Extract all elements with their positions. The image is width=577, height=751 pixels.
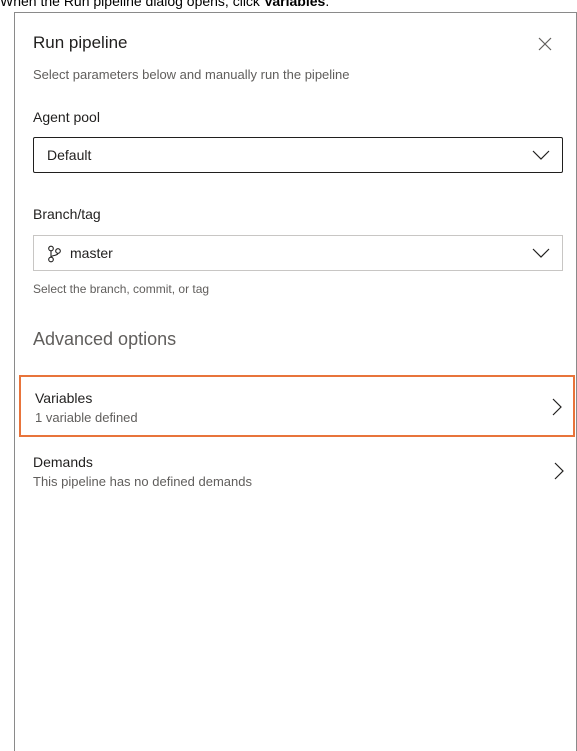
branch-icon (48, 245, 61, 263)
run-pipeline-dialog: Run pipeline Select parameters below and… (14, 12, 577, 751)
caption-prefix: When the Run pipeline dialog opens, clic… (0, 0, 264, 9)
chevron-down-icon (532, 248, 550, 258)
variables-subtitle: 1 variable defined (35, 410, 138, 425)
caption-bold: Variables (263, 0, 326, 9)
close-icon (538, 37, 552, 51)
demands-title: Demands (33, 454, 93, 470)
demands-row[interactable]: Demands This pipeline has no defined dem… (19, 441, 575, 503)
branch-dropdown[interactable]: master (33, 235, 563, 271)
instruction-caption: When the Run pipeline dialog opens, clic… (0, 0, 577, 12)
agent-pool-label: Agent pool (33, 109, 100, 125)
advanced-options-heading: Advanced options (33, 329, 177, 349)
dialog-title: Run pipeline (33, 33, 128, 52)
chevron-down-icon (532, 150, 550, 160)
branch-value: master (70, 245, 113, 261)
chevron-right-icon (552, 398, 562, 416)
close-button[interactable] (534, 33, 556, 55)
caption-suffix: . (325, 0, 330, 9)
branch-hint: Select the branch, commit, or tag (33, 282, 210, 296)
variables-title: Variables (35, 390, 93, 406)
variables-row[interactable]: Variables 1 variable defined (19, 375, 575, 437)
demands-subtitle: This pipeline has no defined demands (33, 474, 252, 489)
agent-pool-dropdown[interactable]: Default (33, 137, 563, 173)
chevron-right-icon (554, 462, 564, 480)
dialog-subtitle: Select parameters below and manually run… (33, 67, 350, 82)
agent-pool-value: Default (47, 147, 92, 163)
branch-label: Branch/tag (33, 206, 101, 222)
